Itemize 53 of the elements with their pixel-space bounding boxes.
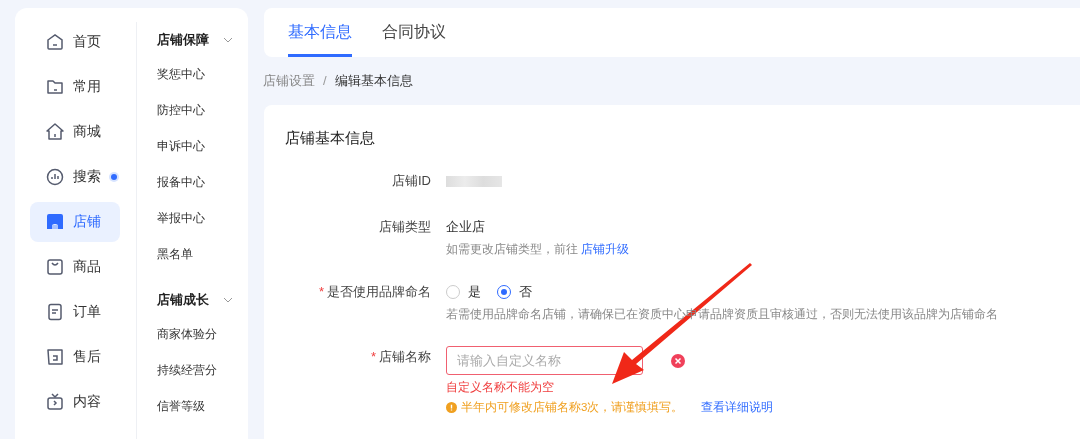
nav-item[interactable]: 首页 (30, 22, 120, 62)
field-label: 店铺ID (391, 172, 431, 190)
tv-icon (45, 392, 65, 412)
input-field[interactable]: 请输入自定义名称 (446, 346, 643, 375)
submenu-item[interactable]: 黑名单 (157, 247, 193, 261)
menu-group-title[interactable]: 店铺保障 (157, 31, 209, 49)
tab[interactable]: 基本信息 (288, 8, 352, 57)
radio-option[interactable]: 否 (497, 283, 532, 301)
submenu-item[interactable]: 奖惩中心 (157, 67, 205, 81)
store-icon (45, 212, 65, 232)
return-icon (45, 347, 65, 367)
home-icon (45, 32, 65, 52)
nav-item[interactable]: 商城 (30, 112, 120, 152)
field-label: * 是否使用品牌命名 (317, 283, 431, 301)
folder-icon (45, 77, 65, 97)
breadcrumb-item: 编辑基本信息 (334, 71, 413, 90)
submenu-item[interactable]: 报备中心 (157, 175, 205, 189)
radio-option[interactable]: 是 (446, 283, 481, 301)
nav-item[interactable]: 常用 (30, 67, 120, 107)
nav-item[interactable]: 内容 (30, 382, 120, 422)
submenu-item[interactable]: 商家体验分 (157, 327, 217, 341)
bag-icon (45, 257, 65, 277)
field-hint: 如需更改店铺类型，前往 店铺升级 (446, 242, 631, 257)
nav-item[interactable]: 商品 (30, 247, 120, 287)
warning-text: 半年内可修改店铺名称3次，请谨慎填写。 (461, 400, 684, 415)
upgrade-link[interactable]: 店铺升级 (581, 243, 630, 255)
warning-icon (446, 402, 457, 413)
details-link[interactable]: 查看详细说明 (701, 400, 774, 415)
submenu-item[interactable]: 防控中心 (157, 103, 205, 117)
nav-item[interactable]: 售后 (30, 337, 120, 377)
house-icon (45, 122, 65, 142)
error-icon (671, 353, 685, 368)
submenu-item[interactable]: 持续经营分 (157, 363, 217, 377)
field-label: * 店铺名称 (369, 348, 431, 366)
field-hint: 若需使用品牌命名店铺，请确保已在资质中心申请品牌资质且审核通过，否则无法使用该品牌为店铺命名 (446, 307, 999, 322)
field-label: 店铺类型 (378, 218, 431, 236)
document-icon (45, 302, 65, 322)
nav-item[interactable]: 搜索 (30, 157, 120, 197)
breadcrumb-separator: / (323, 73, 327, 89)
chevron-icon[interactable] (223, 37, 233, 43)
submenu-item[interactable]: 申诉中心 (157, 139, 205, 153)
error-message: 自定义名称不能为空 (446, 379, 555, 396)
submenu-item[interactable]: 信誉等级 (157, 399, 205, 413)
chart-icon (45, 167, 65, 187)
section-title: 店铺基本信息 (285, 129, 376, 148)
nav-item[interactable]: 订单 (30, 292, 120, 332)
redacted-value (446, 175, 502, 187)
chevron-icon[interactable] (223, 297, 233, 303)
tab[interactable]: 合同协议 (382, 8, 446, 57)
field-value: 企业店 (446, 218, 485, 236)
menu-group-title[interactable]: 店铺成长 (157, 291, 209, 309)
nav-item[interactable]: 店铺 (30, 202, 120, 242)
submenu-item[interactable]: 举报中心 (157, 211, 205, 225)
